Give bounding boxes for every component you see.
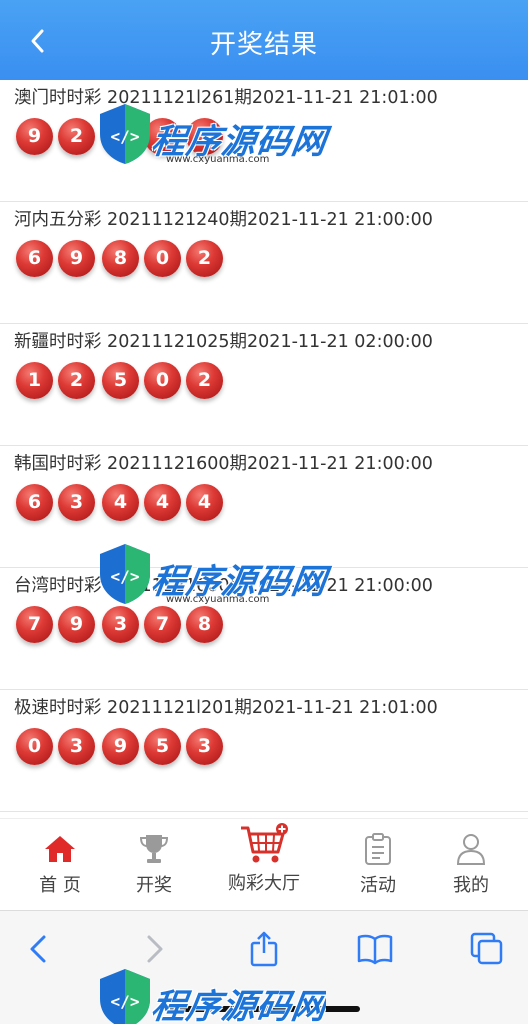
number-ball: 8	[186, 606, 223, 643]
tab-label: 购彩大厅	[228, 873, 300, 894]
number-ball: 9	[58, 606, 95, 643]
number-ball: 4	[102, 484, 139, 521]
tab-profile[interactable]: 我的	[426, 829, 516, 897]
number-ball: 0	[144, 362, 181, 399]
number-ball: 6	[16, 240, 53, 277]
number-ball: 3	[102, 606, 139, 643]
forward-icon[interactable]	[134, 929, 174, 969]
share-icon[interactable]	[244, 929, 284, 969]
tab-label: 我的	[453, 875, 489, 896]
number-ball: 3	[58, 728, 95, 765]
result-item[interactable]: 新疆时时彩 20211121025期2021-11-21 02:00:00 1 …	[0, 324, 528, 446]
bookmarks-icon[interactable]	[355, 929, 395, 969]
number-ball: 0	[144, 240, 181, 277]
number-ball: 9	[16, 118, 53, 155]
result-item[interactable]: 韩国时时彩 20211121600期2021-11-21 21:00:00 6 …	[0, 446, 528, 568]
number-ball: 7	[16, 606, 53, 643]
shopping-cart-icon	[241, 823, 288, 863]
number-ball: 2	[58, 118, 95, 155]
result-item[interactable]: 澳门时时彩 20211121l261期2021-11-21 21:01:00 9…	[0, 80, 528, 202]
number-ball: 2	[58, 362, 95, 399]
tab-home[interactable]: 首 页	[15, 829, 105, 897]
number-ball: 0	[16, 728, 53, 765]
number-ball: 2	[186, 240, 223, 277]
number-ball: 4	[186, 484, 223, 521]
tab-label: 开奖	[136, 875, 172, 896]
number-ball: 6	[16, 484, 53, 521]
result-title: 新疆时时彩 20211121025期2021-11-21 02:00:00	[14, 332, 433, 352]
result-title: 极速时时彩 20211121l201期2021-11-21 21:01:00	[14, 698, 438, 718]
app-header: 开奖结果	[0, 0, 528, 80]
tab-label: 活动	[360, 875, 396, 896]
results-list: 澳门时时彩 20211121l261期2021-11-21 21:01:00 9…	[0, 80, 528, 812]
clipboard-icon	[365, 833, 391, 865]
number-ball	[144, 118, 181, 155]
user-icon	[456, 834, 486, 865]
number-ball: 1	[16, 362, 53, 399]
number-ball: 5	[144, 728, 181, 765]
result-item[interactable]: 河内五分彩 20211121240期2021-11-21 21:00:00 6 …	[0, 202, 528, 324]
number-ball: 4	[144, 484, 181, 521]
number-ball: 9	[102, 728, 139, 765]
tab-activity[interactable]: 活动	[333, 829, 423, 897]
result-title: 韩国时时彩 20211121600期2021-11-21 21:00:00	[14, 454, 433, 474]
back-icon[interactable]	[20, 929, 60, 969]
page-title: 开奖结果	[209, 30, 318, 60]
number-ball: 9	[58, 240, 95, 277]
result-title: 河内五分彩 20211121240期2021-11-21 21:00:00	[14, 210, 433, 230]
home-icon	[45, 836, 75, 862]
tab-label: 首 页	[39, 875, 81, 896]
trophy-icon	[139, 835, 169, 863]
bottom-tab-bar: 首 页 开奖 购彩大厅 活动 我的	[0, 818, 528, 910]
tabs-icon[interactable]	[467, 929, 507, 969]
number-ball: 7	[144, 606, 181, 643]
number-ball: 3	[186, 728, 223, 765]
number-ball: 8	[102, 240, 139, 277]
number-ball	[102, 118, 139, 155]
tab-results[interactable]: 开奖	[109, 829, 199, 897]
home-indicator	[170, 1006, 360, 1012]
number-ball: 2	[186, 362, 223, 399]
number-ball: 5	[102, 362, 139, 399]
tab-lottery-hall[interactable]: 购彩大厅	[219, 823, 309, 895]
result-title: 台湾时时彩 20211121600期2021-11-21 21:00:00	[14, 576, 433, 596]
number-ball: 3	[58, 484, 95, 521]
result-title: 澳门时时彩 20211121l261期2021-11-21 21:01:00	[14, 88, 438, 108]
result-item[interactable]: 台湾时时彩 20211121600期2021-11-21 21:00:00 7 …	[0, 568, 528, 690]
number-ball: 7	[186, 118, 223, 155]
result-item[interactable]: 极速时时彩 20211121l201期2021-11-21 21:01:00 0…	[0, 690, 528, 812]
